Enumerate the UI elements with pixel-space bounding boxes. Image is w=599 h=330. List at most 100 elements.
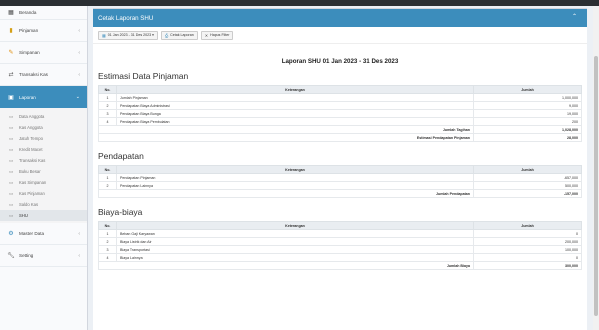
table-row: 2 Pendapatan Lainnya 500,000 xyxy=(98,181,582,190)
gears-icon: ⚙ xyxy=(8,231,14,237)
clear-filter-button[interactable]: ✕ Hapus Filter xyxy=(200,30,234,40)
column-header-keterangan: Keterangan xyxy=(116,165,474,174)
summary-row: Jumlah Tagihan 1,028,000 xyxy=(98,125,582,134)
report-content: Laporan SHU 01 Jan 2023 - 31 Des 2023 Es… xyxy=(93,58,587,270)
summary-value: 300,000 xyxy=(473,261,582,270)
subitem-label: Jatuh Tempo xyxy=(19,136,43,141)
row-no: 4 xyxy=(98,117,117,126)
row-jumlah: 200,000 xyxy=(473,237,582,246)
summary-label: Jumlah Pendapatan xyxy=(98,189,474,198)
sidebar-subitem-buku-besar[interactable]: ▭ Buku Besar xyxy=(0,166,87,177)
row-jumlah: 500,000 xyxy=(473,181,582,190)
folder-icon: ▭ xyxy=(9,190,14,196)
folder-icon: ▭ xyxy=(9,135,14,141)
subitem-label: SHU xyxy=(19,213,28,218)
subitem-label: Kas Anggota xyxy=(19,125,43,130)
exchange-icon: ⇄ xyxy=(8,72,14,78)
sidebar-item-label: Transaksi Kas xyxy=(19,72,48,77)
row-no: 1 xyxy=(98,173,117,182)
row-keterangan: Pendapatan Pinjaman xyxy=(116,173,474,182)
sidebar-item-setting[interactable]: 🔧︎ Setting ‹ xyxy=(0,245,87,267)
chevron-left-icon: ‹ xyxy=(78,252,80,259)
sidebar: ▦ Beranda ▮ Pinjaman ‹ ✎ Simpanan ‹ ⇄ Tr… xyxy=(0,6,88,330)
date-range-value: 01 Jan 2023 - 31 Des 2023 ▾ xyxy=(107,33,154,37)
sidebar-item-transaksi-kas[interactable]: ⇄ Transaksi Kas ‹ xyxy=(0,64,87,86)
sidebar-item-pinjaman[interactable]: ▮ Pinjaman ‹ xyxy=(0,20,87,42)
summary-label: Jumlah Tagihan xyxy=(98,125,474,134)
date-range-picker[interactable]: ▦ 01 Jan 2023 - 31 Des 2023 ▾ xyxy=(98,30,158,40)
sidebar-item-label: Simpanan xyxy=(19,50,40,55)
sidebar-item-simpanan[interactable]: ✎ Simpanan ‹ xyxy=(0,42,87,64)
row-no: 2 xyxy=(98,181,117,190)
table-row: 2 Biaya Listrik dan Air 200,000 xyxy=(98,237,582,246)
row-keterangan: Jumlah Pinjaman xyxy=(116,93,474,102)
sidebar-item-label: Beranda xyxy=(19,10,37,15)
row-keterangan: Pendapatan Biaya Administrasi xyxy=(116,101,474,110)
row-no: 3 xyxy=(98,109,117,118)
filter-toolbar: ▦ 01 Jan 2023 - 31 Des 2023 ▾ ⎙ Cetak La… xyxy=(93,27,587,44)
sidebar-item-laporan[interactable]: ▣ Laporan ⌄ xyxy=(0,86,87,108)
sidebar-subitem-kas-anggota[interactable]: ▭ Kas Anggota xyxy=(0,122,87,133)
column-header-no: No. xyxy=(98,85,117,94)
summary-row: Jumlah Biaya 300,000 xyxy=(98,261,582,270)
sidebar-subitem-kas-pinjaman[interactable]: ▭ Kas Pinjaman xyxy=(0,188,87,199)
column-header-jumlah: Jumlah xyxy=(473,85,582,94)
sidebar-subitem-kas-simpanan[interactable]: ▭ Kas Simpanan xyxy=(0,177,87,188)
row-keterangan: Biaya Listrik dan Air xyxy=(116,237,474,246)
summary-label: Estimasi Pendapatan Pinjaman xyxy=(98,133,474,142)
sidebar-item-label: Pinjaman xyxy=(19,28,39,33)
laporan-submenu: ▭ Data Anggota ▭ Kas Anggota ▭ Jatuh Tempo … xyxy=(0,108,87,223)
table-row: 4 Pendapatan Biaya Pembulatan 200 xyxy=(98,117,582,126)
column-header-no: No. xyxy=(98,221,117,230)
collapse-icon[interactable]: ⌃ xyxy=(572,13,577,20)
row-jumlah: 200 xyxy=(473,117,582,126)
row-no: 4 xyxy=(98,253,117,262)
sidebar-item-master-data[interactable]: ⚙ Master Data ‹ xyxy=(0,223,87,245)
subitem-label: Kas Pinjaman xyxy=(19,191,45,196)
sidebar-subitem-jatuh-tempo[interactable]: ▭ Jatuh Tempo xyxy=(0,133,87,144)
dashboard-icon: ▦ xyxy=(8,10,14,16)
row-no: 2 xyxy=(98,101,117,110)
sidebar-item-label: Setting xyxy=(19,253,34,258)
sidebar-subitem-data-anggota[interactable]: ▭ Data Anggota xyxy=(0,111,87,122)
table-row: 3 Biaya Transportasi 100,000 xyxy=(98,245,582,254)
subitem-label: Saldo Kas xyxy=(19,202,39,207)
money-icon: ▮ xyxy=(9,28,13,34)
subitem-label: Kredit Macet xyxy=(19,147,43,152)
sidebar-item-beranda[interactable]: ▦ Beranda xyxy=(0,6,87,20)
sidebar-subitem-shu[interactable]: ▭ SHU xyxy=(0,210,87,221)
pencil-icon: ✎ xyxy=(8,50,14,56)
column-header-keterangan: Keterangan xyxy=(116,85,474,94)
book-icon: ▣ xyxy=(8,94,14,101)
sidebar-item-label: Laporan xyxy=(19,94,36,100)
table-row: 1 Pendapatan Pinjaman -657,000 xyxy=(98,173,582,182)
row-jumlah: 0 xyxy=(473,253,582,262)
wrench-icon: 🔧︎ xyxy=(7,253,15,259)
table-row: 4 Biaya Lainnya 0 xyxy=(98,253,582,262)
folder-icon: ▭ xyxy=(9,157,14,163)
folder-icon: ▭ xyxy=(9,201,14,207)
calendar-icon: ▦ xyxy=(102,32,106,38)
folder-icon: ▭ xyxy=(9,146,14,152)
subitem-label: Data Anggota xyxy=(19,114,45,119)
folder-icon: ▭ xyxy=(9,124,14,130)
table-row: 2 Pendapatan Biaya Administrasi 9,000 xyxy=(98,101,582,110)
sidebar-subitem-kredit-macet[interactable]: ▭ Kredit Macet xyxy=(0,144,87,155)
folder-icon: ▭ xyxy=(9,212,14,218)
biaya-table: No. Keterangan Jumlah 1 Beban Gaji Karyaw… xyxy=(98,221,582,270)
sidebar-subitem-transaksi-kas[interactable]: ▭ Transaksi Kas xyxy=(0,155,87,166)
sidebar-subitem-saldo-kas[interactable]: ▭ Saldo Kas xyxy=(0,199,87,210)
scrollbar-thumb[interactable] xyxy=(594,56,598,316)
section-title-pinjaman: Estimasi Data Pinjaman xyxy=(98,71,189,81)
box-title: Cetak Laporan SHU xyxy=(98,14,154,22)
row-keterangan: Beban Gaji Karyawan xyxy=(116,229,474,238)
table-row: 3 Pendapatan Biaya Bunga 19,000 xyxy=(98,109,582,118)
row-jumlah: 19,000 xyxy=(473,109,582,118)
table-header-row: No. Keterangan Jumlah xyxy=(98,221,582,230)
page-scrollbar[interactable] xyxy=(593,6,599,330)
row-no: 2 xyxy=(98,237,117,246)
print-report-button[interactable]: ⎙ Cetak Laporan xyxy=(160,30,198,40)
row-keterangan: Biaya Lainnya xyxy=(116,253,474,262)
sidebar-item-label: Master Data xyxy=(19,231,45,236)
chevron-left-icon: ‹ xyxy=(78,27,80,34)
